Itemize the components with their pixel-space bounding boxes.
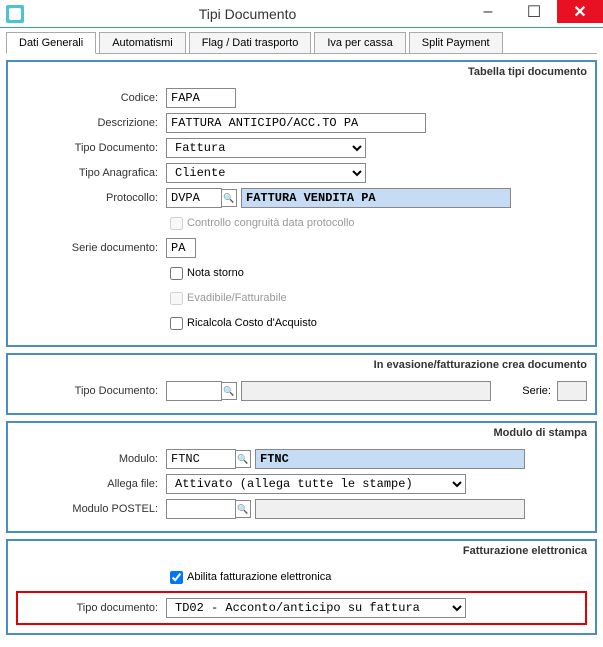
evadibile-checkbox: Evadibile/Fatturabile [166, 289, 287, 308]
protocollo-lookup-icon[interactable] [221, 189, 237, 207]
fe-tipodoc-label: Tipo documento: [24, 602, 166, 614]
tab-iva-per-cassa[interactable]: Iva per cassa [314, 32, 405, 54]
modulo-postel-lookup-icon[interactable] [235, 500, 251, 518]
modulo-code-input[interactable] [166, 449, 236, 469]
evasione-tipodoc-desc-display [241, 381, 491, 401]
evasione-tipodoc-label: Tipo Documento: [16, 385, 166, 397]
modulo-label: Modulo: [16, 453, 166, 465]
modulo-postel-desc-display [255, 499, 525, 519]
tipo-documento-select[interactable]: Fattura [166, 138, 366, 158]
protocollo-desc-display [241, 188, 511, 208]
panel-tabella-tipi-documento: Tabella tipi documento Codice: Descrizio… [6, 60, 597, 347]
tab-split-payment[interactable]: Split Payment [409, 32, 503, 54]
panel-title: In evasione/fatturazione crea documento [16, 357, 587, 377]
tipo-anagrafica-label: Tipo Anagrafica: [16, 167, 166, 179]
modulo-postel-label: Modulo POSTEL: [16, 503, 166, 515]
fe-tipodoc-select[interactable]: TD02 - Acconto/anticipo su fattura [166, 598, 466, 618]
protocollo-code-input[interactable] [166, 188, 222, 208]
modulo-desc-display [255, 449, 525, 469]
serie-documento-label: Serie documento: [16, 242, 166, 254]
evasione-tipodoc-code-input[interactable] [166, 381, 222, 401]
evasione-serie-input [557, 381, 587, 401]
modulo-lookup-icon[interactable] [235, 450, 251, 468]
tipo-documento-label: Tipo Documento: [16, 142, 166, 154]
highlighted-section: Tipo documento: TD02 - Acconto/anticipo … [16, 591, 587, 625]
descrizione-label: Descrizione: [16, 117, 166, 129]
modulo-postel-code-input[interactable] [166, 499, 236, 519]
abilita-fatturazione-checkbox[interactable]: Abilita fatturazione elettronica [166, 568, 331, 587]
app-icon [6, 5, 24, 23]
content-area: Tabella tipi documento Codice: Descrizio… [0, 54, 603, 647]
tab-flag-dati-trasporto[interactable]: Flag / Dati trasporto [189, 32, 312, 54]
panel-title: Modulo di stampa [16, 425, 587, 445]
evasione-tipodoc-lookup-icon[interactable] [221, 382, 237, 400]
codice-label: Codice: [16, 92, 166, 104]
ricalcola-checkbox[interactable]: Ricalcola Costo d'Acquisto [166, 314, 317, 333]
titlebar: Tipi Documento – ☐ ✕ [0, 0, 603, 28]
nota-storno-checkbox[interactable]: Nota storno [166, 264, 244, 283]
protocollo-label: Protocollo: [16, 192, 166, 204]
tipo-anagrafica-select[interactable]: Cliente [166, 163, 366, 183]
tab-automatismi[interactable]: Automatismi [99, 32, 186, 54]
panel-fatturazione-elettronica: Fatturazione elettronica Abilita fattura… [6, 539, 597, 635]
tab-bar: Dati Generali Automatismi Flag / Dati tr… [0, 28, 603, 54]
maximize-button[interactable]: ☐ [511, 0, 557, 23]
controllo-congruita-checkbox: Controllo congruità data protocollo [166, 214, 355, 233]
tab-dati-generali[interactable]: Dati Generali [6, 32, 96, 54]
descrizione-input[interactable] [166, 113, 426, 133]
panel-in-evasione: In evasione/fatturazione crea documento … [6, 353, 597, 415]
evasione-serie-label: Serie: [522, 385, 551, 397]
panel-title: Tabella tipi documento [16, 64, 587, 84]
window-title: Tipi Documento [30, 6, 465, 22]
allega-file-label: Allega file: [16, 478, 166, 490]
serie-documento-input[interactable] [166, 238, 196, 258]
window-buttons: – ☐ ✕ [465, 0, 603, 27]
codice-input[interactable] [166, 88, 236, 108]
panel-modulo-stampa: Modulo di stampa Modulo: Allega file: At… [6, 421, 597, 533]
close-button[interactable]: ✕ [557, 0, 603, 23]
panel-title: Fatturazione elettronica [16, 543, 587, 563]
minimize-button[interactable]: – [465, 0, 511, 23]
allega-file-select[interactable]: Attivato (allega tutte le stampe) [166, 474, 466, 494]
